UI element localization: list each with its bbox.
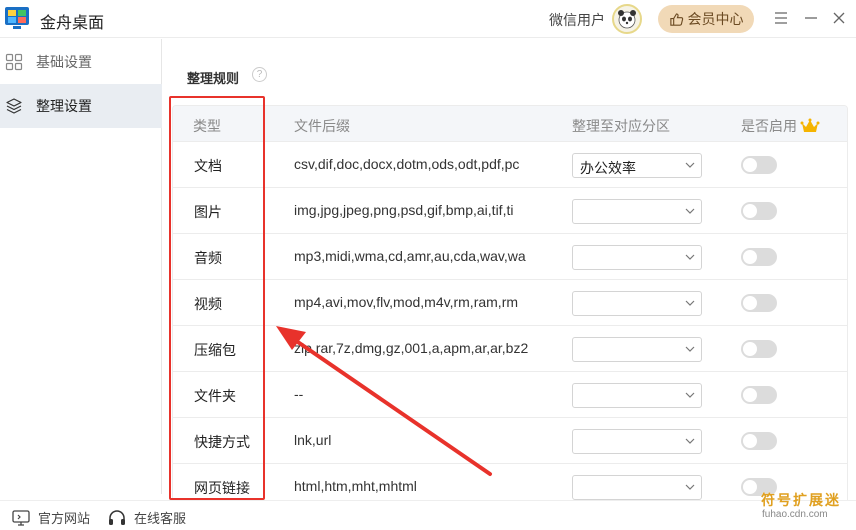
official-website-label: 官方网站 (38, 511, 91, 526)
sidebar-item-label: 基础设置 (36, 54, 92, 70)
row-extensions: img,jpg,jpeg,png,psd,gif,bmp,ai,tif,ti (294, 202, 514, 218)
enable-toggle[interactable] (741, 340, 777, 358)
column-header-enabled: 是否启用 (741, 116, 820, 136)
enable-toggle[interactable] (741, 156, 777, 174)
zone-select[interactable] (572, 475, 702, 500)
table-row: 网页链接 html,htm,mht,mhtml (173, 464, 847, 504)
minimize-icon (805, 17, 817, 19)
vip-center-button[interactable]: 会员中心 (658, 5, 754, 33)
chevron-down-icon (685, 208, 695, 214)
zone-select[interactable] (572, 383, 702, 408)
column-header-ext: 文件后缀 (294, 118, 350, 134)
footer: 官方网站 在线客服 (0, 500, 856, 530)
vip-center-label: 会员中心 (687, 11, 744, 27)
row-extensions: lnk,url (294, 432, 332, 448)
section-title: 整理规则 (187, 71, 240, 86)
panda-avatar-icon (618, 10, 636, 29)
table-row: 压缩包 zip,rar,7z,dmg,gz,001,a,apm,ar,ar,bz… (173, 326, 847, 372)
zone-select[interactable] (572, 429, 702, 454)
sidebar-item-basic-settings[interactable]: 基础设置 (0, 40, 162, 84)
table-header: 类型 文件后缀 整理至对应分区 是否启用 (173, 106, 847, 142)
rules-table: 类型 文件后缀 整理至对应分区 是否启用 文档 csv,dif,doc,docx… (172, 105, 848, 505)
main-panel: 整理规则 ? 类型 文件后缀 整理至对应分区 是否启用 文档 csv,dif,d… (163, 39, 856, 505)
help-icon[interactable]: ? (252, 67, 267, 82)
minimize-button[interactable] (801, 8, 821, 28)
menu-button[interactable] (771, 8, 791, 28)
table-row: 视频 mp4,avi,mov,flv,mod,m4v,rm,ram,rm (173, 280, 847, 326)
monitor-icon (12, 509, 30, 526)
app-logo-icon (5, 7, 29, 29)
online-support-link[interactable]: 在线客服 (108, 508, 186, 527)
close-icon (833, 12, 845, 24)
layers-icon (6, 98, 22, 114)
zone-select[interactable]: 办公效率 (572, 153, 702, 178)
chevron-down-icon (685, 346, 695, 352)
crown-icon (800, 118, 820, 132)
zone-select[interactable] (572, 291, 702, 316)
thumbs-up-icon (669, 12, 683, 26)
column-header-zone: 整理至对应分区 (572, 118, 670, 134)
row-extensions: zip,rar,7z,dmg,gz,001,a,apm,ar,ar,bz2 (294, 340, 529, 356)
table-row: 音频 mp3,midi,wma,cd,amr,au,cda,wav,wa (173, 234, 847, 280)
zone-select[interactable] (572, 337, 702, 362)
sidebar: 基础设置 整理设置 (0, 39, 162, 494)
enable-toggle[interactable] (741, 248, 777, 266)
official-website-link[interactable]: 官方网站 (12, 508, 90, 527)
enable-toggle[interactable] (741, 294, 777, 312)
title-bar: 金舟桌面 微信用户 会员中心 (0, 0, 856, 38)
grid-icon (5, 53, 23, 71)
hamburger-menu-icon (775, 12, 787, 24)
watermark-logo: 符号扩展迷 (761, 492, 841, 508)
headset-icon (109, 509, 125, 525)
chevron-down-icon (685, 254, 695, 260)
chevron-down-icon (685, 438, 695, 444)
chevron-down-icon (685, 392, 695, 398)
annotation-highlight-box (169, 96, 265, 500)
chevron-down-icon (685, 484, 695, 490)
table-row: 文档 csv,dif,doc,docx,dotm,ods,odt,pdf,pc … (173, 142, 847, 188)
zone-select[interactable] (572, 245, 702, 270)
row-extensions: -- (294, 386, 304, 402)
sidebar-item-organize-settings[interactable]: 整理设置 (0, 84, 162, 128)
zone-select[interactable] (572, 199, 702, 224)
enable-toggle[interactable] (741, 202, 777, 220)
row-extensions: csv,dif,doc,docx,dotm,ods,odt,pdf,pc (294, 156, 520, 172)
column-header-enabled-label: 是否启用 (741, 118, 797, 134)
online-support-label: 在线客服 (134, 511, 187, 526)
close-button[interactable] (829, 8, 849, 28)
chevron-down-icon (685, 162, 695, 168)
enable-toggle[interactable] (741, 432, 777, 450)
zone-select-value: 办公效率 (580, 160, 636, 176)
table-row: 文件夹 -- (173, 372, 847, 418)
chevron-down-icon (685, 300, 695, 306)
table-row: 图片 img,jpg,jpeg,png,psd,gif,bmp,ai,tif,t… (173, 188, 847, 234)
user-name[interactable]: 微信用户 (549, 10, 605, 30)
avatar[interactable] (612, 4, 642, 34)
row-extensions: mp3,midi,wma,cd,amr,au,cda,wav,wa (294, 248, 526, 264)
app-title: 金舟桌面 (40, 15, 105, 32)
row-extensions: html,htm,mht,mhtml (294, 478, 417, 494)
row-extensions: mp4,avi,mov,flv,mod,m4v,rm,ram,rm (294, 294, 519, 310)
table-row: 快捷方式 lnk,url (173, 418, 847, 464)
enable-toggle[interactable] (741, 386, 777, 404)
watermark-url: fuhao.cdn.com (762, 509, 828, 520)
sidebar-item-label: 整理设置 (36, 98, 92, 114)
